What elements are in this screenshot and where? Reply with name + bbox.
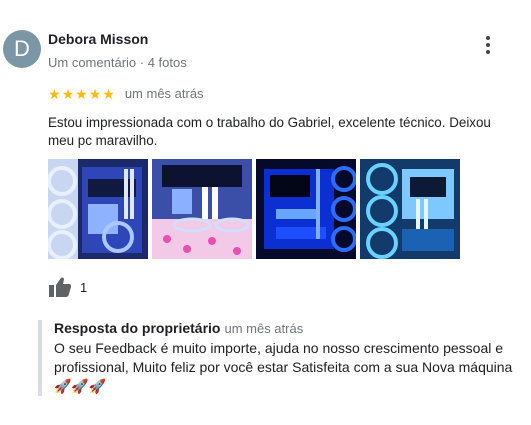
reply-body: O seu Feedback é muito importe, ajuda no…: [54, 340, 513, 375]
review-text: Estou impressionada com o trabalho do Ga…: [48, 115, 491, 148]
like-row: 1: [48, 276, 87, 298]
owner-reply: Resposta do proprietário um mês atrás O …: [38, 320, 518, 396]
thumb-up-icon[interactable]: [48, 276, 72, 298]
photo-1[interactable]: [48, 159, 148, 259]
star-icon: ★: [61, 85, 75, 102]
reply-text: O seu Feedback é muito importe, ajuda no…: [54, 339, 518, 396]
star-icon: ★: [102, 85, 115, 102]
photo-2[interactable]: [152, 159, 252, 259]
review-card: D Debora Misson Um comentário · 4 fotos …: [0, 0, 531, 425]
avatar-letter: D: [14, 36, 30, 61]
avatar[interactable]: D: [3, 30, 41, 68]
reply-title: Resposta do proprietário: [54, 320, 221, 336]
author-meta: Um comentário · 4 fotos: [48, 55, 187, 70]
like-count: 1: [80, 279, 88, 295]
reply-header: Resposta do proprietário um mês atrás: [54, 320, 518, 336]
photo-4[interactable]: [360, 159, 460, 259]
more-vert-icon[interactable]: [478, 34, 498, 56]
rating-row: ★ ★ ★ ★ ★ um mês atrás: [48, 86, 204, 101]
reply-date: um mês atrás: [224, 321, 304, 336]
author-name[interactable]: Debora Misson: [48, 31, 148, 47]
star-rating: ★ ★ ★ ★ ★: [48, 87, 115, 101]
photo-strip: [48, 159, 460, 259]
review-date: um mês atrás: [124, 86, 204, 101]
rocket-emoji: 🚀🚀🚀: [54, 378, 107, 394]
star-icon: ★: [75, 85, 88, 102]
star-icon: ★: [88, 85, 102, 102]
star-icon: ★: [48, 85, 61, 102]
photo-3[interactable]: [256, 159, 356, 259]
